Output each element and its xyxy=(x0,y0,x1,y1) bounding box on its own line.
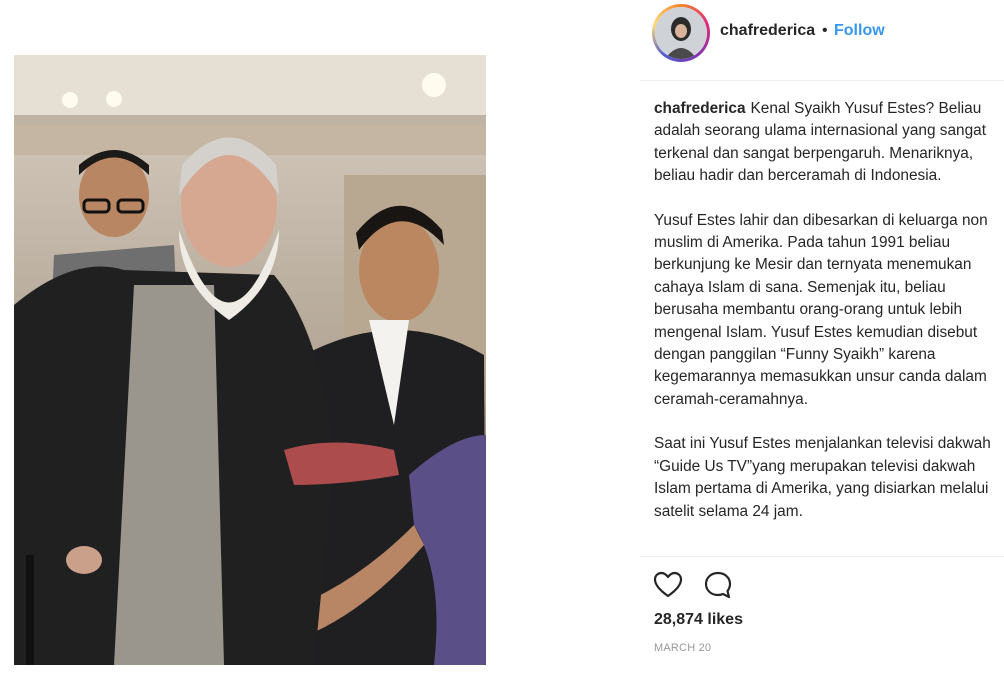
post-media-pane xyxy=(0,0,640,675)
post-photo-image xyxy=(14,55,486,665)
post-actions: 28,874 likes MARCH 20 xyxy=(640,556,1004,676)
post-caption: chafrederica Kenal Syaikh Yusuf Estes? Be… xyxy=(654,98,1004,556)
avatar-image xyxy=(655,7,707,59)
likes-count[interactable]: 28,874 likes xyxy=(654,611,743,629)
caption-paragraph-3: Saat ini Yusuf Estes menjalankan televis… xyxy=(654,435,991,520)
heart-outline-icon[interactable] xyxy=(652,569,684,601)
post-header: chafrederica • Follow xyxy=(640,0,1004,81)
caption-paragraph-1: chafrederica Kenal Syaikh Yusuf Estes? Be… xyxy=(654,98,1004,188)
follow-button[interactable]: Follow xyxy=(834,22,885,40)
caption-paragraph-2: Yusuf Estes lahir dan dibesarkan di kelu… xyxy=(654,211,988,408)
avatar[interactable] xyxy=(652,4,710,62)
header-username[interactable]: chafrederica xyxy=(720,22,815,40)
caption-username[interactable]: chafrederica xyxy=(654,100,746,117)
comment-bubble-icon[interactable] xyxy=(702,569,734,601)
header-separator: • xyxy=(822,22,828,39)
post-photo[interactable] xyxy=(14,55,486,665)
post-date[interactable]: MARCH 20 xyxy=(654,642,711,654)
post-details-pane: chafrederica • Follow chafrederica Kenal … xyxy=(640,0,1004,675)
